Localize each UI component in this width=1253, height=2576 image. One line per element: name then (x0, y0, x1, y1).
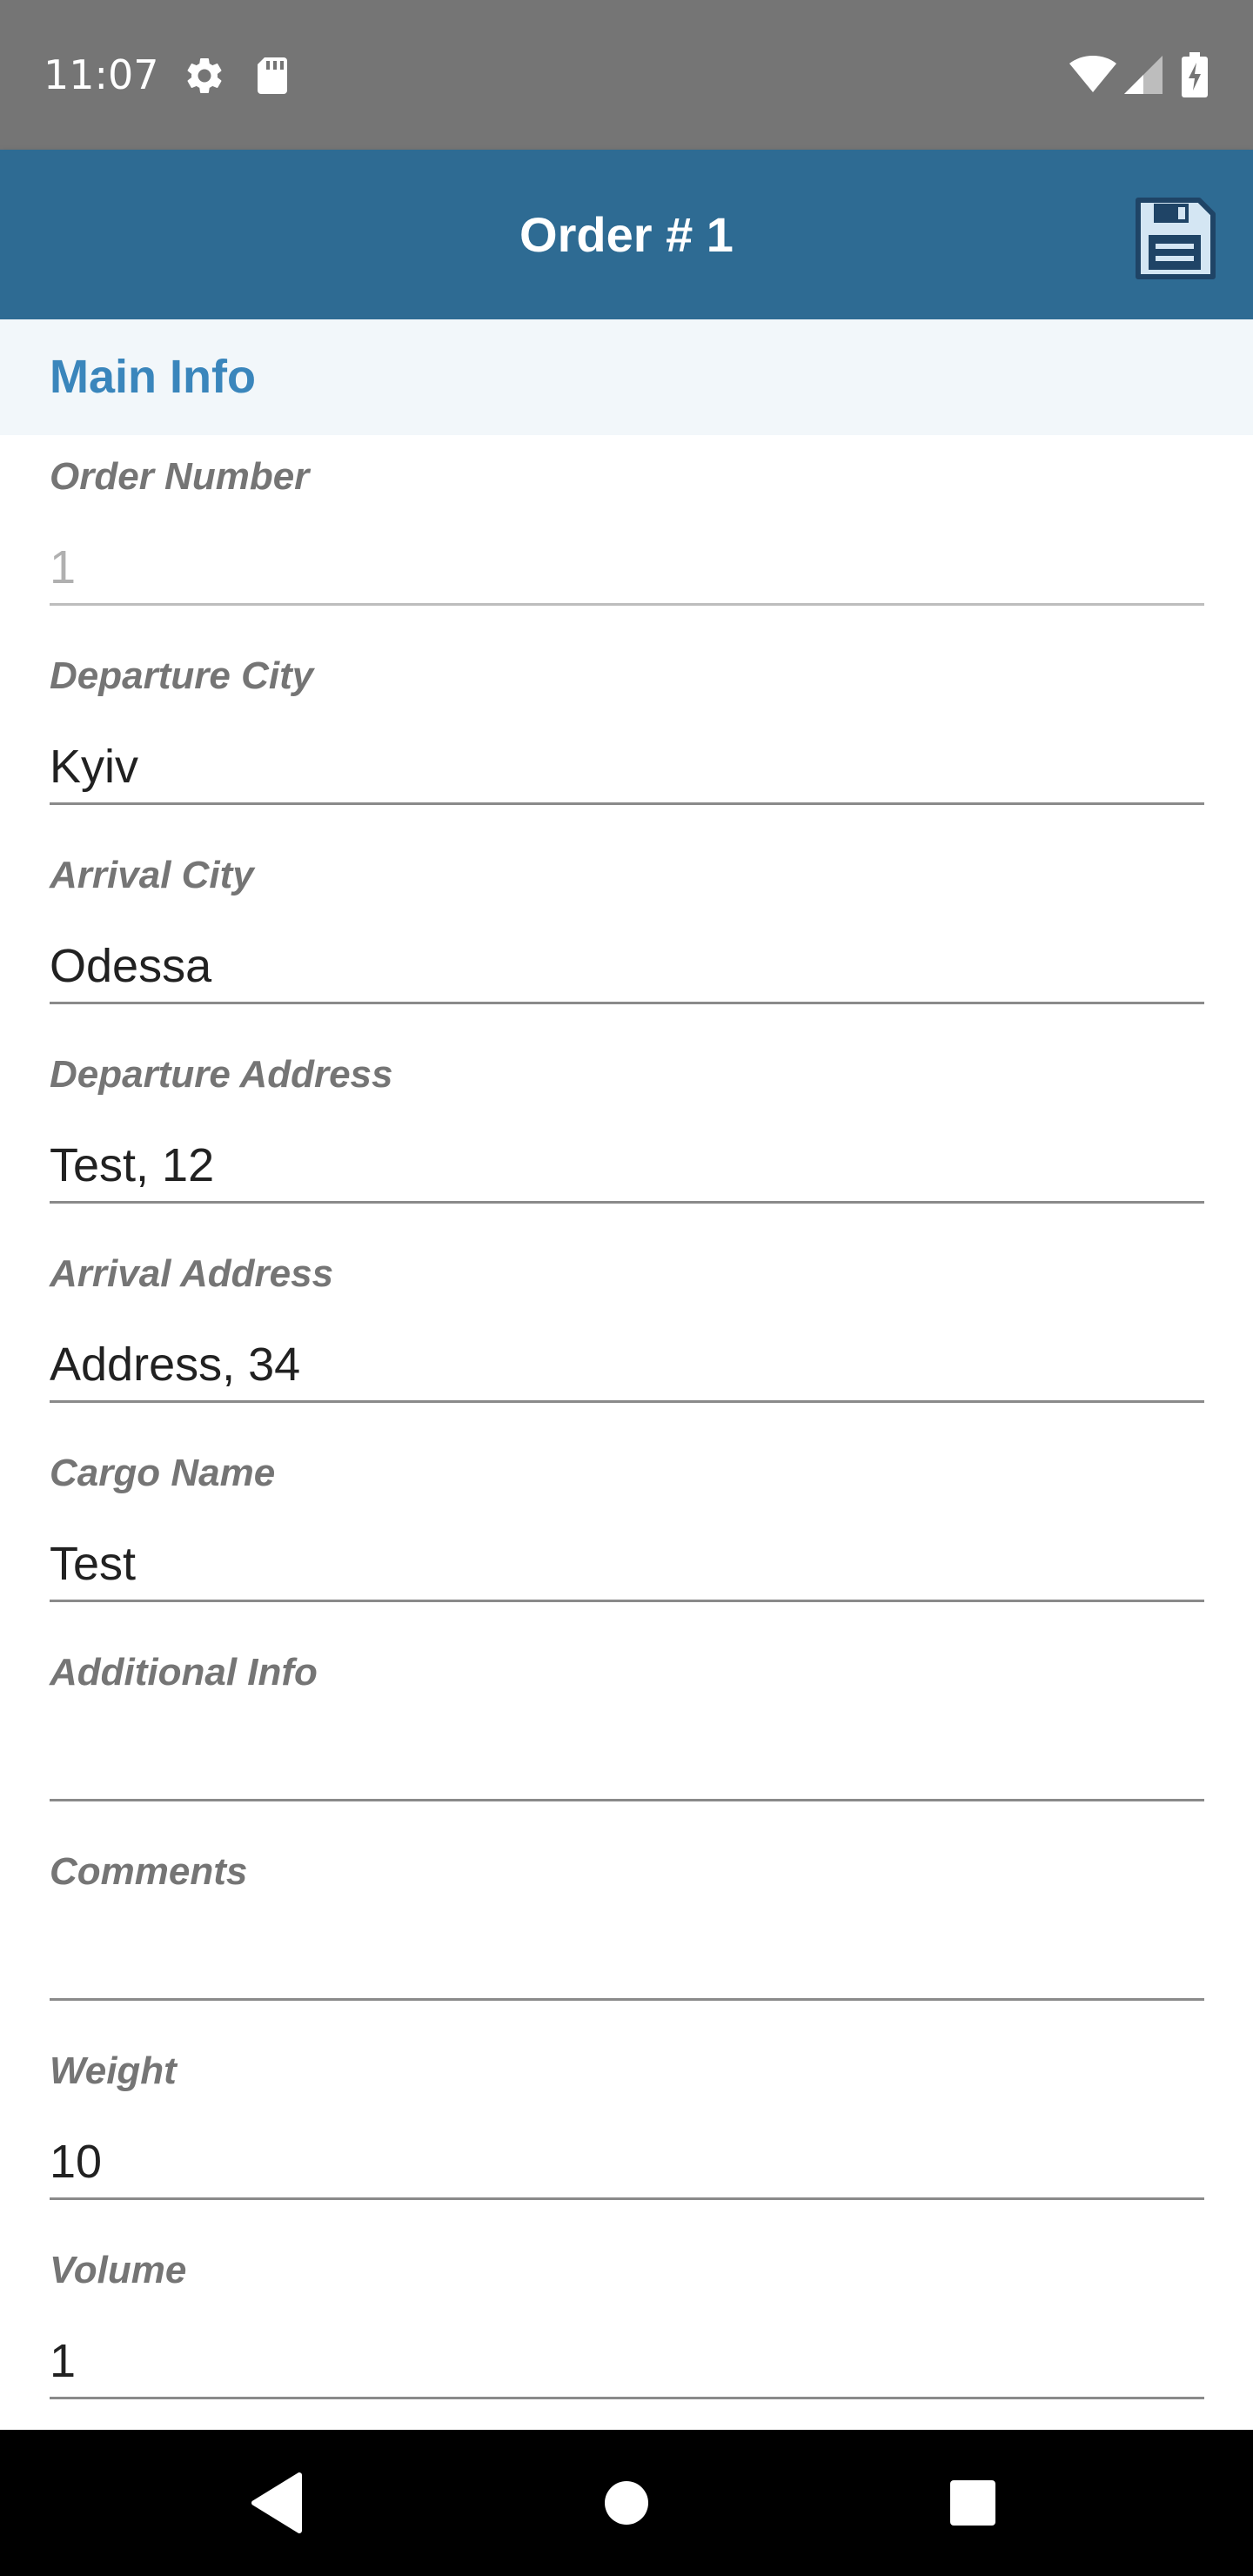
back-button[interactable] (235, 2459, 322, 2546)
arrival-address-input[interactable] (50, 1328, 1204, 1403)
volume-label: Volume (50, 2249, 187, 2291)
floppy-disk-icon (1136, 198, 1216, 279)
section-header: Main Info (0, 319, 1253, 435)
back-icon (251, 2472, 302, 2533)
departure-city-input[interactable] (50, 730, 1204, 805)
cell-signal-icon (1124, 56, 1163, 98)
wifi-icon (1069, 56, 1117, 98)
page-title: Order # 1 (519, 207, 734, 262)
cargo-name-label: Cargo Name (50, 1452, 276, 1494)
volume-input[interactable] (50, 2324, 1204, 2399)
order-number-input (50, 531, 1204, 606)
arrival-address-label: Arrival Address (50, 1252, 334, 1295)
volume-field: Volume (50, 2229, 1204, 2428)
home-button[interactable] (583, 2459, 670, 2546)
order-number-label: Order Number (50, 455, 310, 498)
sd-card-icon (254, 56, 291, 100)
departure-city-field: Departure City (50, 634, 1204, 834)
departure-city-label: Departure City (50, 654, 314, 697)
home-icon (605, 2481, 648, 2525)
weight-label: Weight (50, 2049, 177, 2092)
departure-address-field: Departure Address (50, 1033, 1204, 1232)
additional-info-field: Additional Info (50, 1631, 1204, 1830)
battery-charging-icon (1182, 52, 1208, 102)
comments-input[interactable] (50, 1926, 1204, 2001)
arrival-address-field: Arrival Address (50, 1232, 1204, 1432)
arrival-city-label: Arrival City (50, 854, 254, 896)
section-title: Main Info (50, 351, 256, 403)
gear-icon (183, 54, 226, 102)
cargo-name-field: Cargo Name (50, 1432, 1204, 1631)
recents-button[interactable] (929, 2459, 1016, 2546)
order-number-field: Order Number (50, 435, 1204, 634)
comments-label: Comments (50, 1850, 248, 1893)
departure-address-label: Departure Address (50, 1053, 393, 1096)
departure-address-input[interactable] (50, 1129, 1204, 1204)
navigation-bar (0, 2430, 1253, 2576)
additional-info-label: Additional Info (50, 1651, 318, 1694)
app-bar: Order # 1 (0, 150, 1253, 319)
status-time: 11:07 (44, 51, 159, 98)
weight-field: Weight (50, 2029, 1204, 2229)
additional-info-input[interactable] (50, 1727, 1204, 1801)
arrival-city-field: Arrival City (50, 834, 1204, 1033)
cargo-name-input[interactable] (50, 1527, 1204, 1602)
weight-input[interactable] (50, 2125, 1204, 2200)
comments-field: Comments (50, 1830, 1204, 2029)
arrival-city-input[interactable] (50, 929, 1204, 1004)
recents-icon (950, 2480, 995, 2526)
save-button[interactable] (1131, 195, 1218, 282)
status-bar: 11:07 (0, 0, 1253, 150)
